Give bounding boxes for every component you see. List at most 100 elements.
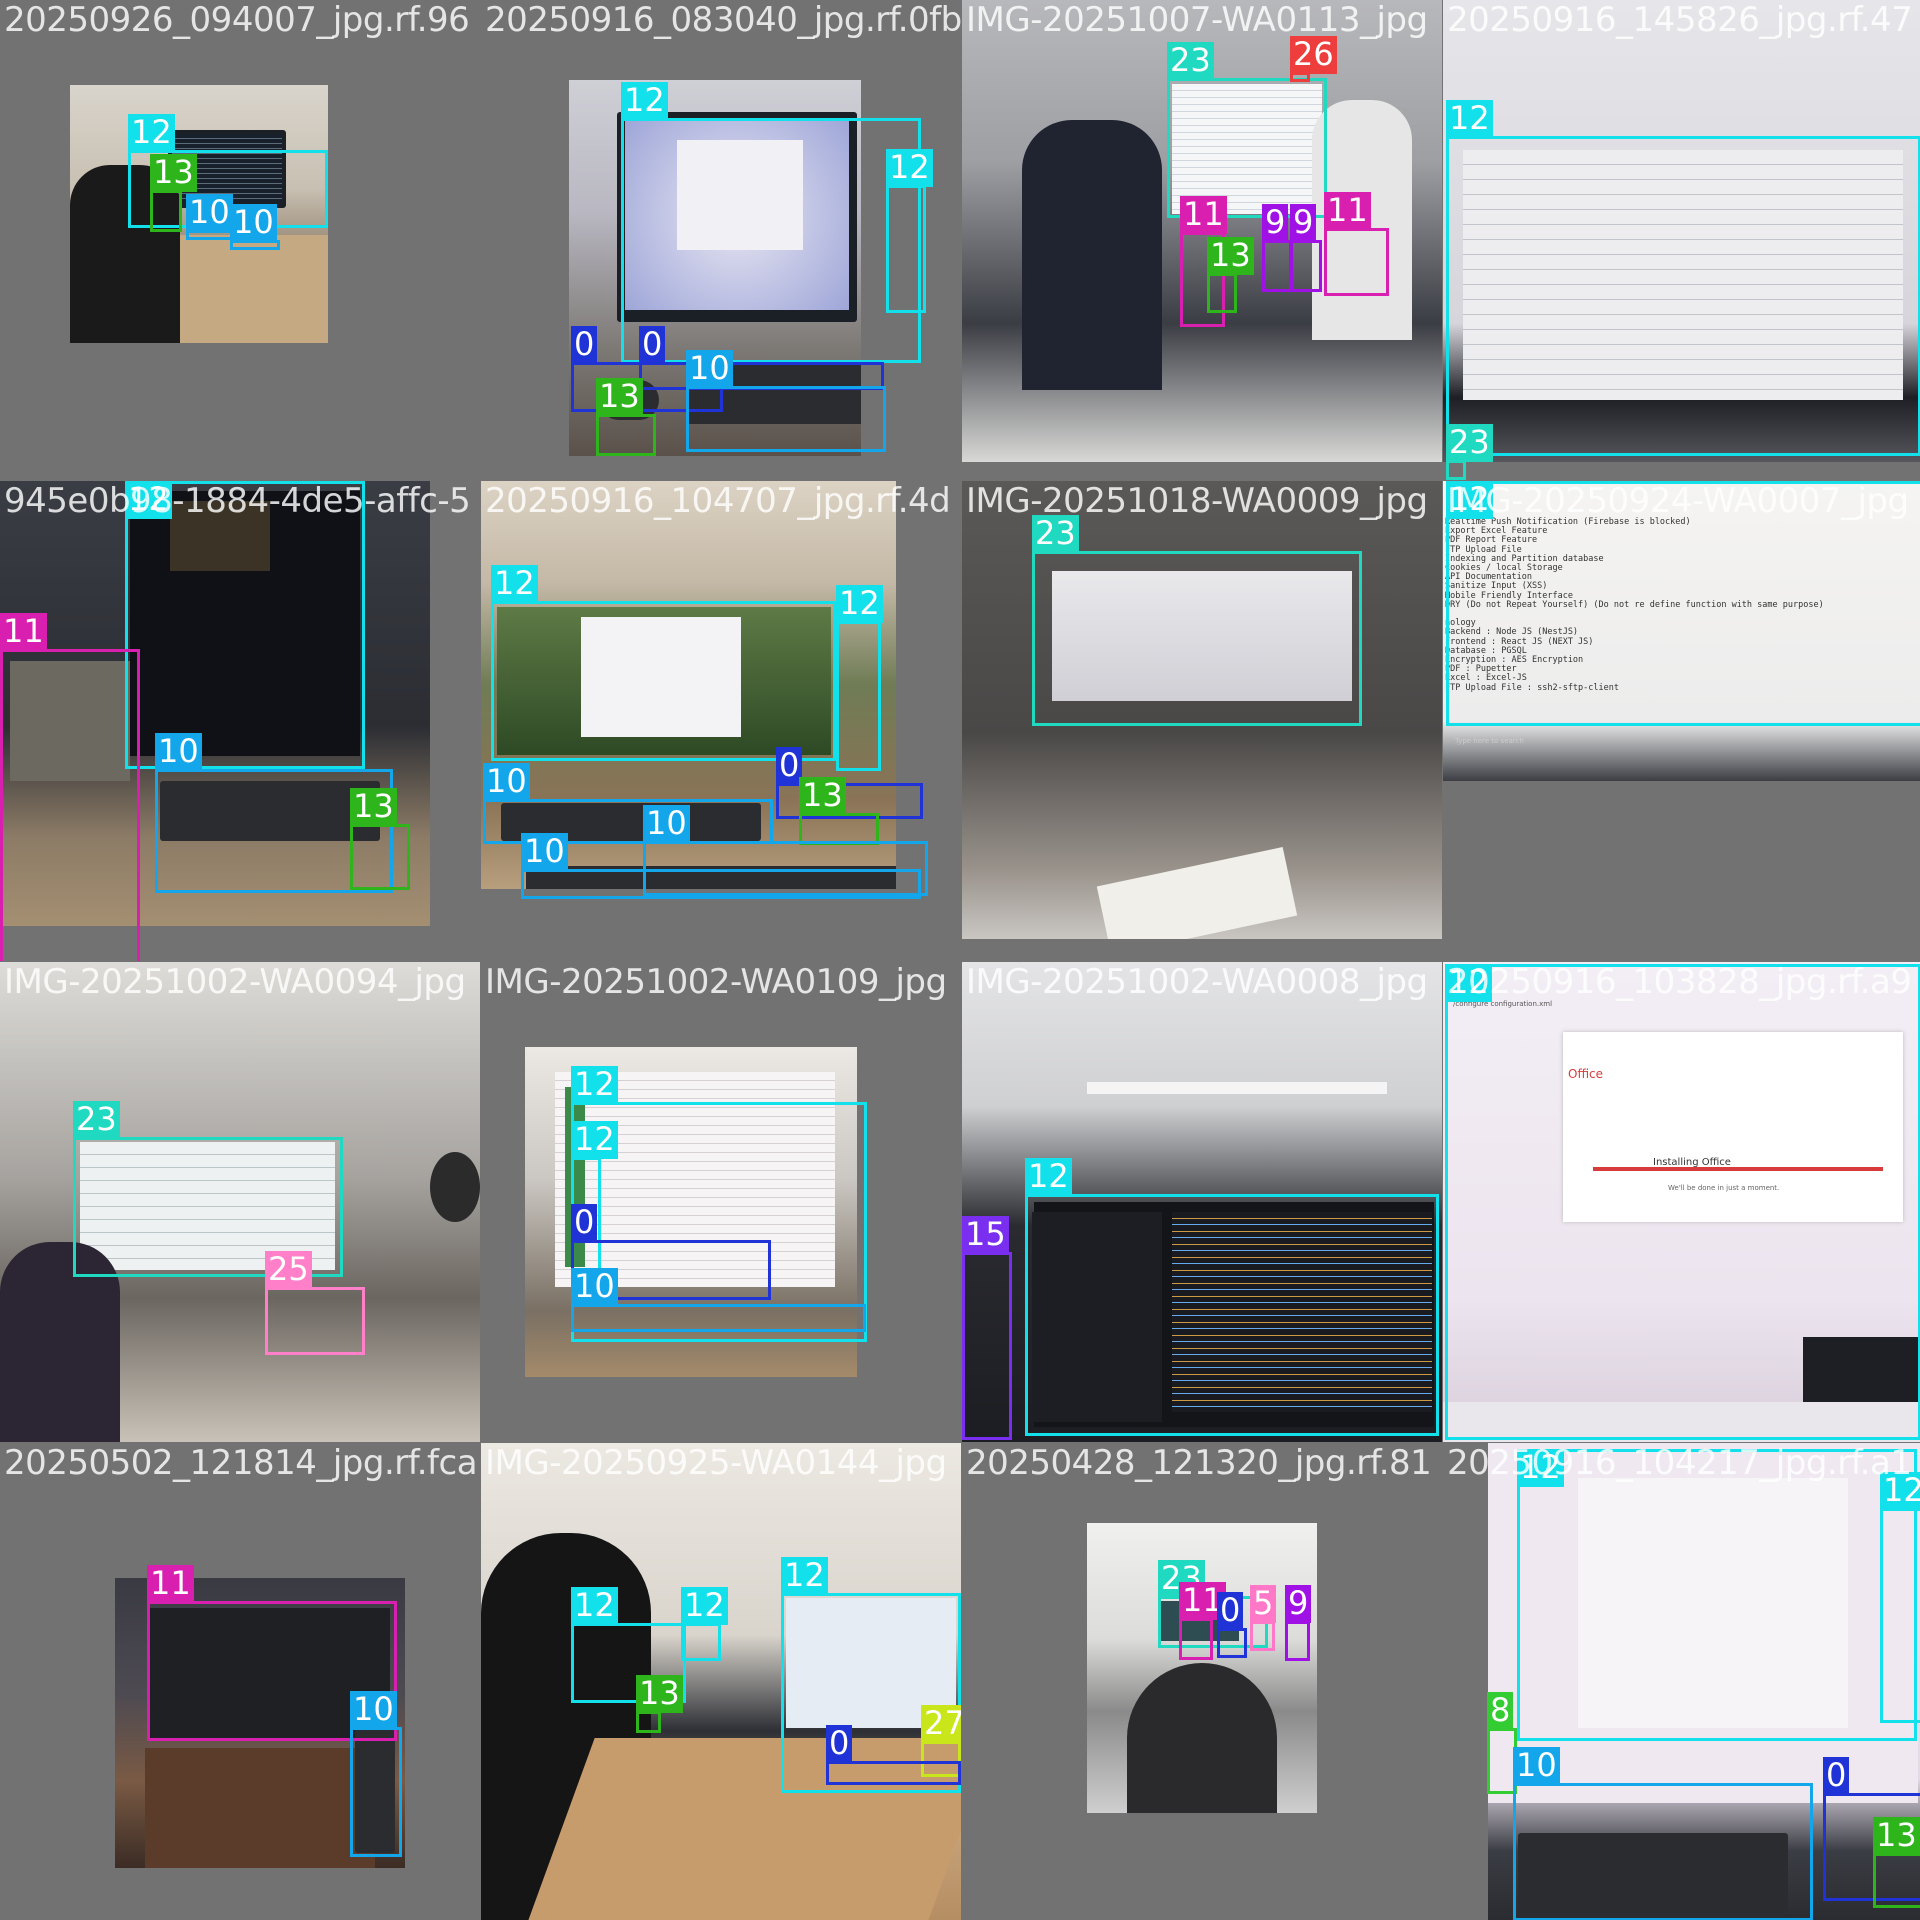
class-label-tag: 0 bbox=[1217, 1592, 1244, 1630]
class-label-tag: 12 bbox=[836, 585, 883, 623]
class-label-tag: 12 bbox=[128, 114, 175, 152]
mosaic-tile: 12 12 12 13 27 0 IMG-20250925-WA0144_jpg bbox=[481, 1443, 961, 1920]
class-label-tag: 13 bbox=[596, 378, 643, 416]
detection-box bbox=[1285, 1621, 1310, 1661]
tile-filename-caption: 20250916_145826_jpg.rf.47 bbox=[1447, 0, 1913, 40]
detection-box bbox=[636, 1711, 661, 1733]
detection-box bbox=[0, 649, 140, 961]
class-label-tag: 26 bbox=[1290, 36, 1337, 74]
detection-box bbox=[571, 1304, 866, 1332]
tile-filename-caption: IMG-20251002-WA0008_jpg bbox=[966, 962, 1428, 1002]
detection-box bbox=[1217, 1628, 1247, 1658]
detection-box bbox=[1179, 1618, 1213, 1660]
taskbar-search: Type here to search bbox=[1455, 737, 1524, 745]
class-label-tag: 11 bbox=[0, 613, 47, 651]
class-label-tag: 13 bbox=[350, 788, 397, 826]
class-label-tag: 10 bbox=[571, 1268, 618, 1306]
class-label-tag: 10 bbox=[686, 350, 733, 388]
class-label-tag: 11 bbox=[1324, 192, 1371, 230]
mosaic-tile: 12 12 0 0 13 10 20250916_083040_jpg.rf.0fb bbox=[481, 0, 961, 480]
detection-box bbox=[1290, 240, 1322, 292]
class-label-tag: 10 bbox=[521, 833, 568, 871]
detection-box bbox=[1880, 1508, 1920, 1723]
fan-shape bbox=[430, 1152, 480, 1222]
detection-box bbox=[596, 414, 656, 456]
class-label-tag: 12 bbox=[621, 82, 668, 120]
class-label-tag: 10 bbox=[350, 1691, 397, 1729]
detection-box bbox=[125, 481, 365, 769]
detection-box bbox=[1446, 460, 1466, 480]
tile-filename-caption: 20250916_103828_jpg.rf.a9 bbox=[1447, 962, 1912, 1002]
detection-box bbox=[1025, 1194, 1439, 1436]
detection-mosaic: 12 13 10 10 20250926_094007_jpg.rf.96 12 12 0 0 1… bbox=[0, 0, 1920, 1920]
class-label-tag: 12 bbox=[571, 1587, 618, 1625]
tile-filename-caption: 945e0b98-1884-4de5-affc-5 bbox=[4, 481, 471, 521]
class-label-tag: 12 bbox=[491, 565, 538, 603]
class-label-tag: 11 bbox=[147, 1565, 194, 1603]
class-label-tag: 13 bbox=[1873, 1817, 1920, 1855]
class-label-tag: 12 bbox=[886, 149, 933, 187]
mosaic-tile: 11 10 20250502_121814_jpg.rf.fca bbox=[0, 1443, 480, 1920]
detection-box bbox=[962, 1252, 1012, 1440]
class-label-tag: 23 bbox=[1446, 424, 1493, 462]
mosaic-tile: Realtime Push Notification (Firebase is … bbox=[1443, 481, 1920, 961]
chair-group bbox=[1127, 1663, 1277, 1813]
class-label-tag: 10 bbox=[230, 204, 277, 242]
class-label-tag: 10 bbox=[155, 733, 202, 771]
detection-box bbox=[643, 841, 928, 896]
class-label-tag: 0 bbox=[639, 326, 666, 364]
detection-box bbox=[1445, 964, 1920, 1440]
class-label-tag: 8 bbox=[1487, 1692, 1514, 1730]
tile-filename-caption: 20250502_121814_jpg.rf.fca bbox=[4, 1443, 478, 1483]
tile-filename-caption: 20250916_083040_jpg.rf.0fb bbox=[485, 0, 961, 40]
class-label-tag: 13 bbox=[150, 154, 197, 192]
tile-filename-caption: 20250926_094007_jpg.rf.96 bbox=[4, 0, 470, 40]
detection-box bbox=[1032, 551, 1362, 726]
tile-filename-caption: 20250916_104217_jpg.rf.a1 bbox=[1447, 1443, 1912, 1483]
class-label-tag: 27 bbox=[921, 1705, 961, 1743]
class-label-tag: 0 bbox=[571, 326, 598, 364]
class-label-tag: 10 bbox=[483, 763, 530, 801]
mosaic-tile: 12 12 8 10 0 13 20250916_104217_jpg.rf.a1 bbox=[1443, 1443, 1920, 1920]
circuit-board bbox=[145, 1748, 375, 1868]
tile-filename-caption: 20250428_121320_jpg.rf.81 bbox=[966, 1443, 1432, 1483]
mosaic-tile: 12 12 0 10 13 10 10 20250916_104707_jpg.rf.4d bbox=[481, 481, 961, 961]
class-label-tag: 13 bbox=[799, 777, 846, 815]
class-label-tag: 0 bbox=[1823, 1757, 1850, 1795]
mosaic-tile: 12 23 20250916_145826_jpg.rf.47 bbox=[1443, 0, 1920, 480]
tile-filename-caption: IMG-20251007-WA0113_jpg bbox=[966, 0, 1428, 40]
detection-box bbox=[150, 190, 182, 232]
class-label-tag: 9 bbox=[1262, 204, 1289, 242]
tile-filename-caption: 20250916_104707_jpg.rf.4d bbox=[485, 481, 951, 521]
detection-box bbox=[1207, 273, 1237, 313]
class-label-tag: 15 bbox=[962, 1216, 1009, 1254]
mosaic-tile: 12 11 10 13 945e0b98-1884-4de5-affc-5 bbox=[0, 481, 480, 961]
class-label-tag: 25 bbox=[265, 1251, 312, 1289]
class-label-tag: 5 bbox=[1250, 1585, 1277, 1623]
detection-box bbox=[886, 185, 926, 313]
mosaic-tile: 12 15 IMG-20251002-WA0008_jpg bbox=[962, 962, 1442, 1442]
tile-filename-caption: IMG-20250924-WA0007_jpg bbox=[1447, 481, 1909, 521]
class-label-tag: 10 bbox=[643, 805, 690, 843]
class-label-tag: 12 bbox=[571, 1066, 618, 1104]
mosaic-tile: 23 11 0 5 9 20250428_121320_jpg.rf.81 bbox=[962, 1443, 1442, 1920]
mosaic-tile: 23 25 IMG-20251002-WA0094_jpg bbox=[0, 962, 480, 1442]
mosaic-tile: 12 12 0 10 IMG-20251002-WA0109_jpg bbox=[481, 962, 961, 1442]
mosaic-tile: 23 26 11 9 9 11 13 IMG-20251007-WA0113_jpg bbox=[962, 0, 1442, 480]
detection-box bbox=[686, 386, 886, 452]
class-label-tag: 0 bbox=[826, 1725, 853, 1763]
mosaic-tile: 23 IMG-20251018-WA0009_jpg bbox=[962, 481, 1442, 961]
class-label-tag: 13 bbox=[636, 1675, 683, 1713]
detection-box bbox=[350, 824, 410, 890]
tile-filename-caption: IMG-20251018-WA0009_jpg bbox=[966, 481, 1428, 521]
detection-box bbox=[1324, 228, 1389, 296]
class-label-tag: 0 bbox=[571, 1204, 598, 1242]
tile-filename-caption: IMG-20250925-WA0144_jpg bbox=[485, 1443, 947, 1483]
class-label-tag: 11 bbox=[1180, 196, 1227, 234]
detection-box bbox=[621, 118, 921, 363]
detection-box bbox=[265, 1287, 365, 1355]
detection-box bbox=[491, 601, 836, 761]
notebook bbox=[1096, 847, 1298, 939]
class-label-tag: 12 bbox=[681, 1587, 728, 1625]
class-label-tag: 9 bbox=[1285, 1585, 1312, 1623]
